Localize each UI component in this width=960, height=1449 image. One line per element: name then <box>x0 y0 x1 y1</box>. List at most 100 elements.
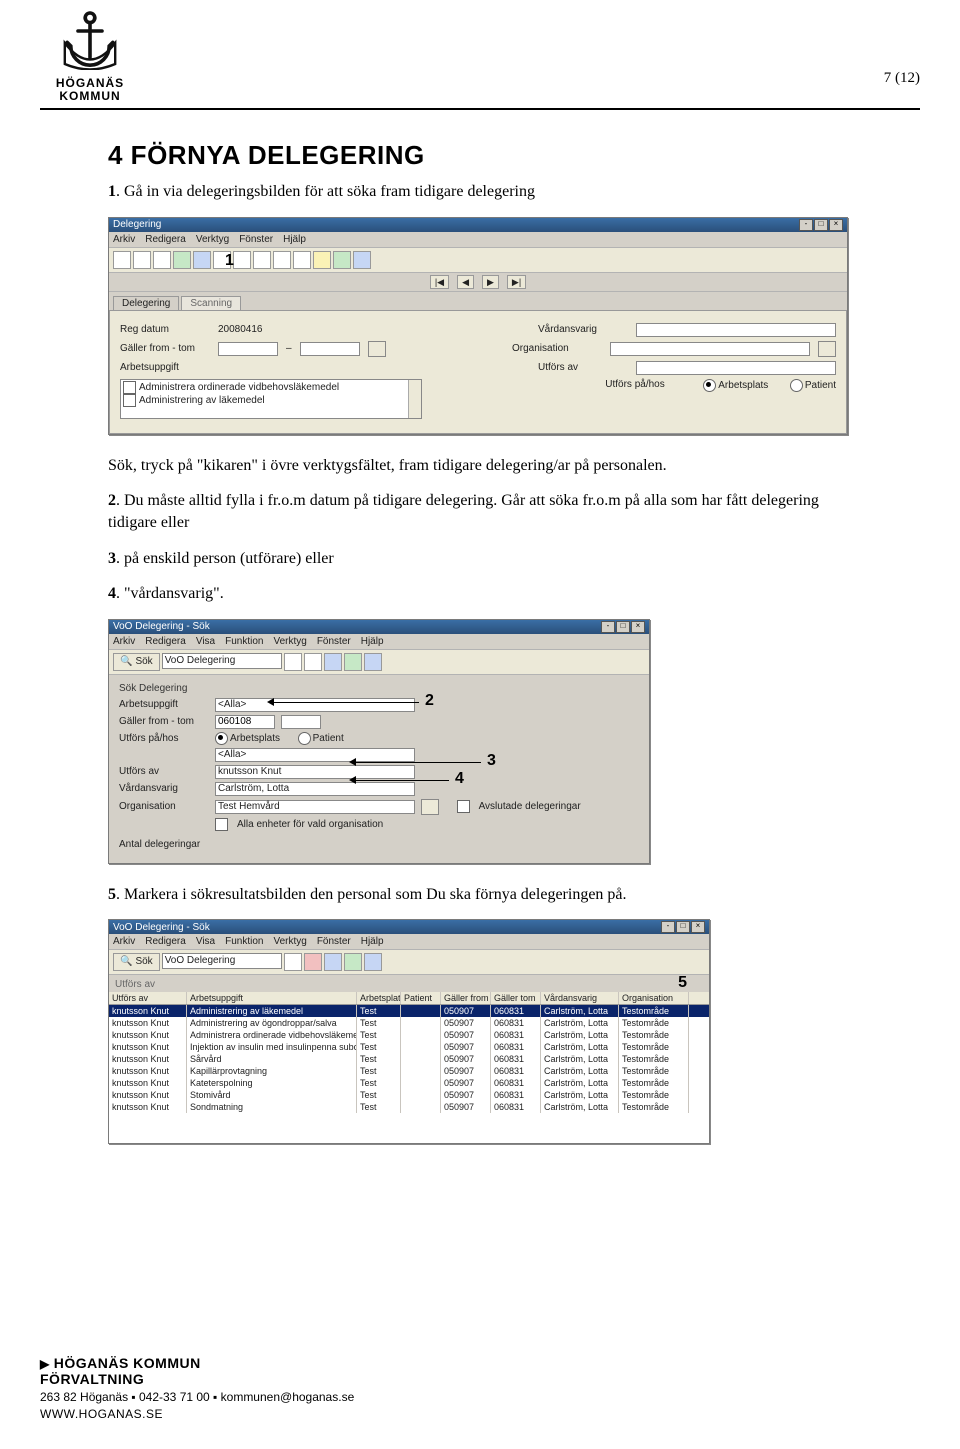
minimize-button[interactable]: - <box>661 921 675 933</box>
tool-copy-icon[interactable] <box>284 953 302 971</box>
table-row[interactable]: knutsson KnutAdministrering av ögondropp… <box>109 1017 709 1029</box>
checkbox-alla-enheter[interactable] <box>215 818 228 831</box>
checkbox-icon[interactable] <box>123 381 136 394</box>
plats-combo[interactable]: <Alla> <box>215 748 415 762</box>
tool-paste-icon[interactable] <box>253 251 271 269</box>
tab-delegering[interactable]: Delegering <box>113 296 179 310</box>
menu-verktyg[interactable]: Verktyg <box>273 636 306 647</box>
menu-fonster[interactable]: Fönster <box>239 234 273 245</box>
table-row[interactable]: knutsson KnutSårvårdTest050907060831Carl… <box>109 1053 709 1065</box>
organisation-combo[interactable] <box>610 342 810 356</box>
col-organisation[interactable]: Organisation <box>619 992 689 1004</box>
tool-refresh-icon[interactable] <box>173 251 191 269</box>
menu-arkiv[interactable]: Arkiv <box>113 234 135 245</box>
table-row[interactable]: knutsson KnutStomivårdTest050907060831Ca… <box>109 1089 709 1101</box>
menu-hjalp[interactable]: Hjälp <box>283 234 306 245</box>
radio-arbetsplats[interactable] <box>703 379 716 392</box>
table-row[interactable]: knutsson KnutAdministrering av läkemedel… <box>109 1005 709 1017</box>
organisation-lookup-button[interactable] <box>818 341 836 357</box>
scrollbar[interactable] <box>408 380 421 418</box>
maximize-button[interactable]: □ <box>616 621 630 633</box>
tab-scanning[interactable]: Scanning <box>181 296 241 310</box>
menu-verktyg[interactable]: Verktyg <box>196 234 229 245</box>
nav-next[interactable]: ▶ <box>482 275 499 289</box>
maximize-button[interactable]: □ <box>814 219 828 231</box>
tool-search-icon[interactable] <box>193 251 211 269</box>
date-picker-button[interactable] <box>368 341 386 357</box>
organisation-lookup-button[interactable] <box>421 799 439 815</box>
menu-visa[interactable]: Visa <box>196 936 215 947</box>
tool-help-icon[interactable] <box>364 953 382 971</box>
menu-redigera[interactable]: Redigera <box>145 936 186 947</box>
menu-visa[interactable]: Visa <box>196 636 215 647</box>
col-arbetsuppgift[interactable]: Arbetsuppgift <box>187 992 357 1004</box>
galler-tom-input[interactable] <box>300 342 360 356</box>
radio-patient[interactable] <box>298 732 311 745</box>
vardansvarig-combo[interactable]: Carlström, Lotta <box>215 782 415 796</box>
menu-funktion[interactable]: Funktion <box>225 936 263 947</box>
galler-tom-input[interactable] <box>281 715 321 729</box>
col-from[interactable]: Gäller from <box>441 992 491 1004</box>
table-row[interactable]: knutsson KnutKapillärprovtagningTest0509… <box>109 1065 709 1077</box>
checkbox-avslutade[interactable] <box>457 800 470 813</box>
tool-doc-icon[interactable] <box>293 251 311 269</box>
table-row[interactable]: knutsson KnutInjektion av insulin med in… <box>109 1041 709 1053</box>
galler-from-input[interactable] <box>215 715 275 729</box>
maximize-button[interactable]: □ <box>676 921 690 933</box>
tool-info-icon[interactable] <box>333 251 351 269</box>
col-tom[interactable]: Gäller tom <box>491 992 541 1004</box>
col-utforsav[interactable]: Utförs av <box>109 992 187 1004</box>
tool-info-icon[interactable] <box>344 953 362 971</box>
table-row[interactable]: knutsson KnutAdministrera ordinerade vid… <box>109 1029 709 1041</box>
tool-delete-icon[interactable] <box>153 251 171 269</box>
nav-prev[interactable]: ◀ <box>457 275 474 289</box>
nav-first[interactable]: |◀ <box>430 275 449 289</box>
menu-redigera[interactable]: Redigera <box>145 234 186 245</box>
menu-fonster[interactable]: Fönster <box>317 636 351 647</box>
nav-last[interactable]: ▶| <box>507 275 526 289</box>
tool-open-icon[interactable] <box>324 953 342 971</box>
search-button[interactable]: 🔍Sök <box>113 953 160 971</box>
menu-hjalp[interactable]: Hjälp <box>361 636 384 647</box>
searchtype-combo[interactable]: VoO Delegering <box>162 653 282 669</box>
tool-help-icon[interactable] <box>353 251 371 269</box>
menu-arkiv[interactable]: Arkiv <box>113 936 135 947</box>
tool-print-icon[interactable] <box>304 953 322 971</box>
close-button[interactable]: × <box>691 921 705 933</box>
radio-patient[interactable] <box>790 379 803 392</box>
tool-save-icon[interactable] <box>133 251 151 269</box>
menu-redigera[interactable]: Redigera <box>145 636 186 647</box>
tool-refresh-icon[interactable] <box>304 653 322 671</box>
tool-new-icon[interactable] <box>113 251 131 269</box>
results-list[interactable]: knutsson KnutAdministrering av läkemedel… <box>109 1005 709 1113</box>
close-button[interactable]: × <box>631 621 645 633</box>
tool-copy-icon[interactable] <box>233 251 251 269</box>
tool-open-icon[interactable] <box>324 653 342 671</box>
tool-info-icon[interactable] <box>344 653 362 671</box>
table-row[interactable]: knutsson KnutKateterspolningTest05090706… <box>109 1077 709 1089</box>
menu-fonster[interactable]: Fönster <box>317 936 351 947</box>
utforsav-combo[interactable]: knutsson Knut <box>215 765 415 779</box>
searchtype-combo[interactable]: VoO Delegering <box>162 953 282 969</box>
col-arbetsplats[interactable]: Arbetsplats <box>357 992 401 1004</box>
tool-help-icon[interactable] <box>364 653 382 671</box>
tool-print-icon[interactable] <box>273 251 291 269</box>
col-patient[interactable]: Patient <box>401 992 441 1004</box>
vardansvarig-combo[interactable] <box>636 323 836 337</box>
organisation-combo[interactable]: Test Hemvård <box>215 800 415 814</box>
menu-arkiv[interactable]: Arkiv <box>113 636 135 647</box>
search-button[interactable]: 🔍Sök <box>113 653 160 671</box>
arbetsuppgift-listbox[interactable]: Administrera ordinerade vidbehovsläkemed… <box>120 379 422 419</box>
minimize-button[interactable]: - <box>799 219 813 231</box>
col-vardansvarig[interactable]: Vårdansvarig <box>541 992 619 1004</box>
close-button[interactable]: × <box>829 219 843 231</box>
radio-arbetsplats[interactable] <box>215 732 228 745</box>
arbetsuppgift-combo[interactable]: <Alla> <box>215 698 415 712</box>
menu-verktyg[interactable]: Verktyg <box>273 936 306 947</box>
galler-from-input[interactable] <box>218 342 278 356</box>
utforsav-combo[interactable] <box>636 361 836 375</box>
table-row[interactable]: knutsson KnutSondmatningTest050907060831… <box>109 1101 709 1113</box>
minimize-button[interactable]: - <box>601 621 615 633</box>
tool-copy-icon[interactable] <box>284 653 302 671</box>
tool-edit-icon[interactable] <box>313 251 331 269</box>
